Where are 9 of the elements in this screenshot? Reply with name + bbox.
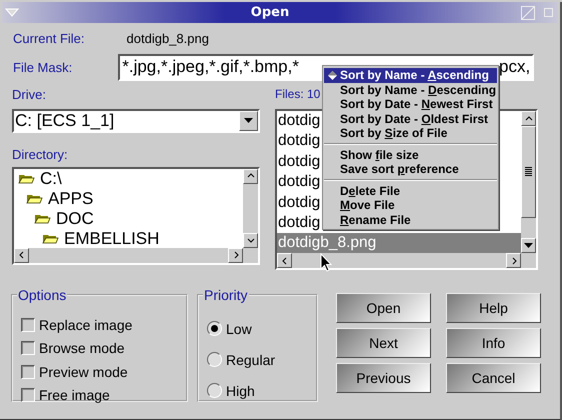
field-label: Directory: <box>12 147 68 164</box>
current-file-value: dotdigb_8.png <box>126 30 209 46</box>
field-label: File Mask: <box>13 60 72 74</box>
group-title: Priority <box>203 287 249 303</box>
group-title: Options <box>17 287 68 303</box>
field-label: Drive: <box>12 87 46 103</box>
field-label: Files: 10 <box>275 87 320 103</box>
window-title: Open <box>250 5 290 20</box>
field-label: Current File: <box>13 30 85 46</box>
